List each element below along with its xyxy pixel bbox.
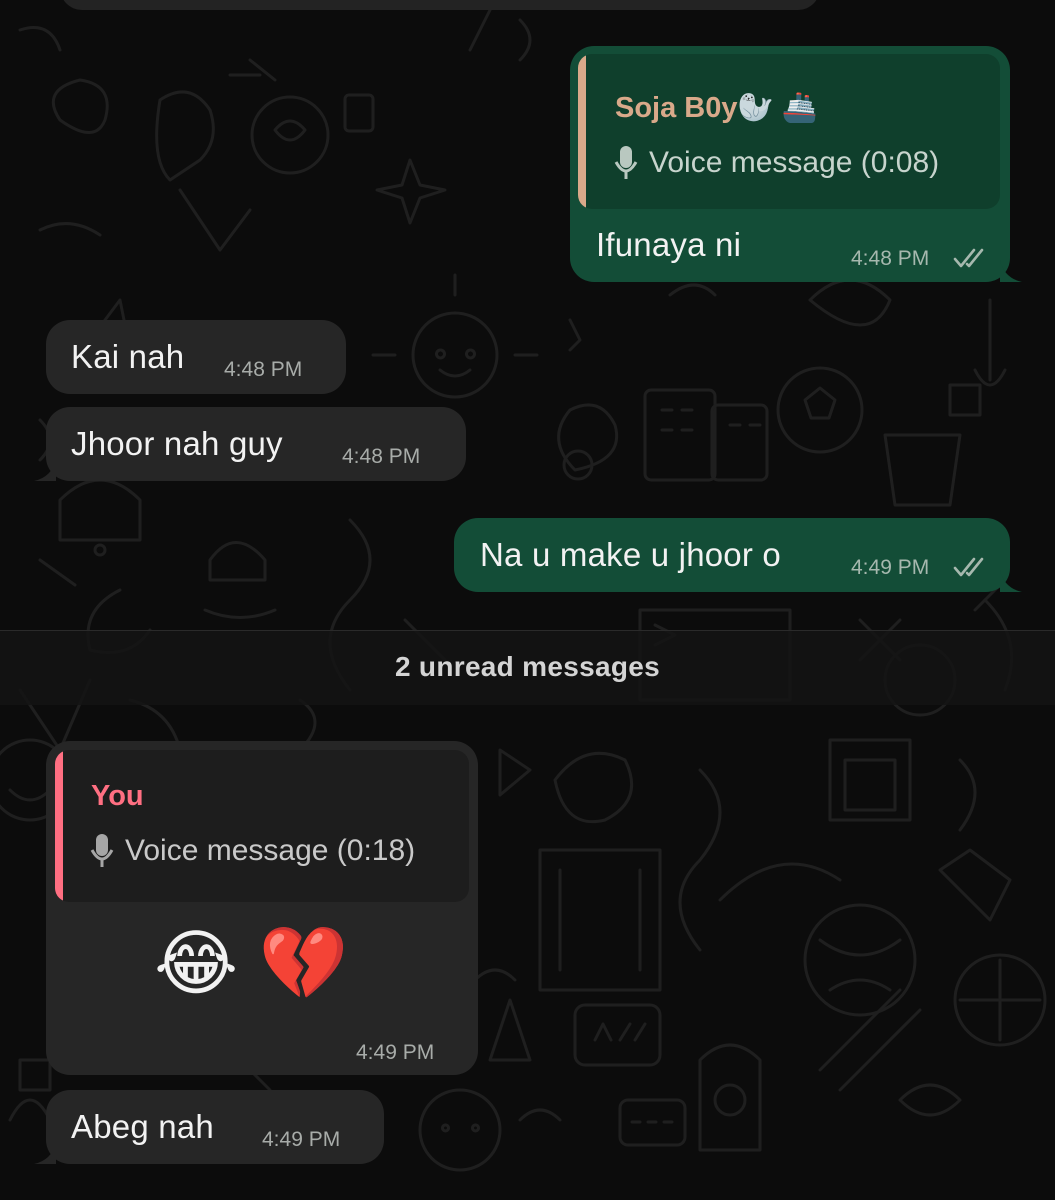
incoming-message-bubble[interactable]: Kai nah 4:48 PM <box>46 320 346 394</box>
message-timestamp: 4:48 PM <box>224 358 303 381</box>
message-emoji-text: 😂 💔 <box>154 924 349 1004</box>
outgoing-message-bubble[interactable]: Na u make u jhoor o 4:49 PM <box>454 518 1022 592</box>
unread-messages-divider: 2 unread messages <box>0 630 1055 705</box>
quote-accent-bar <box>578 54 586 209</box>
message-text: Abeg nah <box>71 1108 214 1145</box>
message-timestamp: 4:49 PM <box>356 1041 435 1064</box>
microphone-icon <box>614 146 638 179</box>
incoming-message-bubble[interactable]: You Voice message (0:18) 😂 💔 4:49 PM <box>46 741 478 1075</box>
message-text: Na u make u jhoor o <box>480 536 781 573</box>
incoming-message-bubble[interactable]: Abeg nah 4:49 PM <box>34 1090 384 1164</box>
message-text: Ifunaya ni <box>596 226 742 263</box>
message-timestamp: 4:48 PM <box>342 445 421 468</box>
quote-content: Voice message (0:08) <box>649 146 940 179</box>
incoming-message-bubble[interactable]: Jhoor nah guy 4:48 PM <box>34 407 466 481</box>
quoted-message[interactable]: You Voice message (0:18) <box>55 750 469 902</box>
bubble-tail <box>34 459 56 481</box>
chat-view[interactable]: Soja B0y🦭 🚢 Voice message (0:08) Ifunaya… <box>0 0 1055 1200</box>
previous-message-bubble-edge <box>60 0 820 10</box>
outgoing-message-bubble[interactable]: Soja B0y🦭 🚢 Voice message (0:08) Ifunaya… <box>570 46 1022 282</box>
double-check-icon <box>953 557 984 577</box>
quoted-message[interactable]: Soja B0y🦭 🚢 Voice message (0:08) <box>578 54 1000 209</box>
message-text: Jhoor nah guy <box>71 425 283 462</box>
message-timestamp: 4:49 PM <box>851 556 930 579</box>
bubble-tail <box>1000 260 1022 282</box>
bubble-tail <box>1000 570 1022 592</box>
bubble-tail <box>34 1142 56 1164</box>
double-check-icon <box>953 248 984 268</box>
message-timestamp: 4:48 PM <box>851 247 930 270</box>
quote-author: Soja B0y🦭 🚢 <box>615 92 818 124</box>
quote-author: You <box>91 780 144 812</box>
message-text: Kai nah <box>71 338 185 375</box>
unread-messages-label: 2 unread messages <box>394 651 661 682</box>
quote-content: Voice message (0:18) <box>125 834 416 867</box>
message-timestamp: 4:49 PM <box>262 1128 341 1151</box>
microphone-icon <box>90 834 114 867</box>
quote-accent-bar <box>55 750 63 902</box>
